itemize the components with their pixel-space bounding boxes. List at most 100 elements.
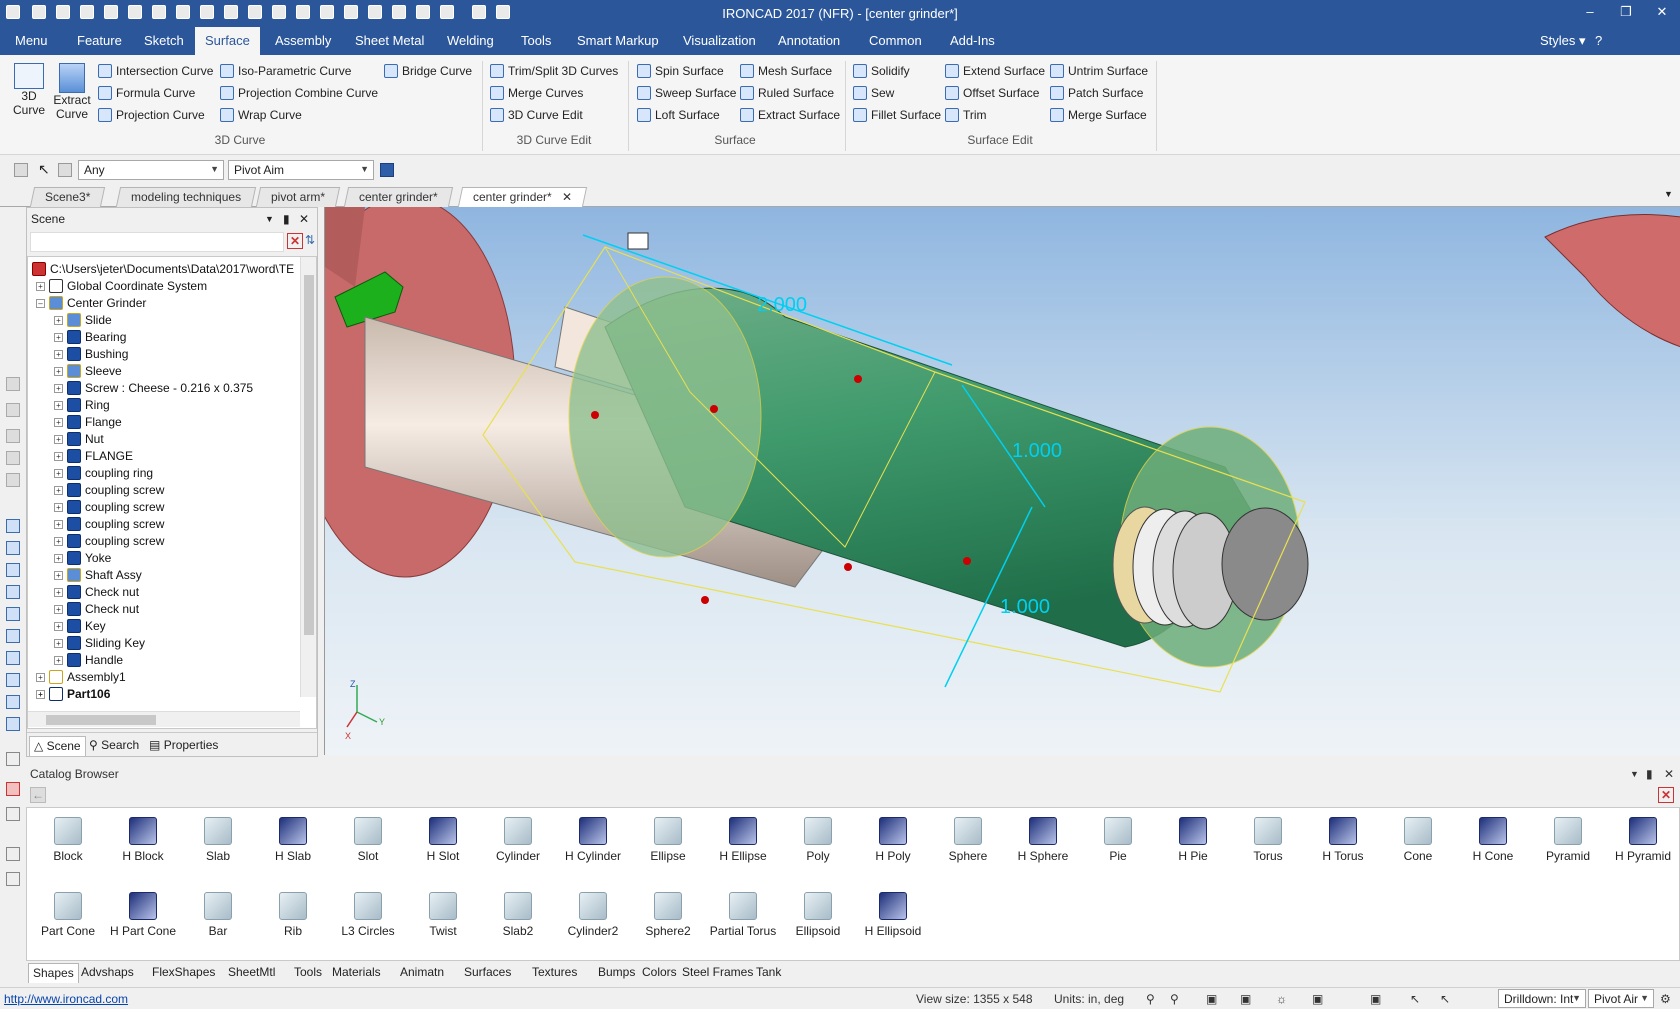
tool-icon[interactable] <box>6 403 20 417</box>
yoke-part[interactable] <box>1544 214 1680 348</box>
tab-properties[interactable]: ▤ Properties <box>145 736 222 756</box>
camera-icon[interactable]: ▣ <box>1312 992 1323 1006</box>
box-icon[interactable] <box>6 607 20 621</box>
catalog-menu-icon[interactable]: ▼ <box>1630 763 1639 785</box>
shape-sphere[interactable]: Sphere <box>931 812 1005 882</box>
tree-item[interactable]: + Yoke <box>54 549 111 567</box>
tool-icon[interactable] <box>6 429 20 443</box>
expand-icon[interactable]: + <box>54 435 63 444</box>
box-icon[interactable] <box>6 717 20 731</box>
collapse-icon[interactable]: – <box>36 299 45 308</box>
tree-item[interactable]: + FLANGE <box>54 447 133 465</box>
tree-item[interactable]: + coupling ring <box>54 464 153 482</box>
pointer-icon[interactable]: ↖ <box>1410 992 1420 1006</box>
tree-item[interactable]: + Check nut <box>54 583 139 601</box>
selection-filter-select[interactable]: Any ▼ <box>78 160 224 180</box>
tab-search[interactable]: ⚲ Search <box>85 736 143 756</box>
pivot-select[interactable]: Pivot Air ▼ <box>1588 989 1654 1008</box>
iso-parametric-curve-button[interactable]: Iso-Parametric Curve <box>220 61 351 81</box>
catalog-tab-materials[interactable]: Materials <box>328 963 385 983</box>
shape-bar[interactable]: Bar <box>181 887 255 957</box>
sew-button[interactable]: Sew <box>853 83 894 103</box>
shape-partial-torus[interactable]: Partial Torus <box>706 887 780 957</box>
handle-point[interactable] <box>963 557 971 565</box>
shape-pie[interactable]: Pie <box>1081 812 1155 882</box>
expand-icon[interactable]: + <box>54 486 63 495</box>
shape-slab2[interactable]: Slab2 <box>481 887 555 957</box>
dimension-length[interactable]: 2.000 <box>757 294 807 316</box>
tree-item[interactable]: + Handle <box>54 651 123 669</box>
handle-icon[interactable] <box>627 232 649 250</box>
tab-menu[interactable]: Menu <box>5 27 58 55</box>
extract-surface-button[interactable]: Extract Surface <box>740 105 840 125</box>
handle-point[interactable] <box>710 405 718 413</box>
pivot-mode-select[interactable]: Pivot Aim ▼ <box>228 160 374 180</box>
tree-item[interactable]: + coupling screw <box>54 498 164 516</box>
box-icon[interactable] <box>6 695 20 709</box>
record-icon[interactable] <box>6 782 20 796</box>
minimize-button[interactable]: – <box>1578 4 1602 19</box>
tree-item[interactable]: + Screw : Cheese - 0.216 x 0.375 <box>54 379 253 397</box>
tab-visualization[interactable]: Visualization <box>673 27 766 55</box>
shape-h-slab[interactable]: H Slab <box>256 812 330 882</box>
sketch-icon[interactable] <box>6 847 20 861</box>
bar-icon[interactable] <box>6 872 20 886</box>
shape-twist[interactable]: Twist <box>406 887 480 957</box>
tab-tools[interactable]: Tools <box>511 27 561 55</box>
tab-feature[interactable]: Feature <box>67 27 132 55</box>
merge-surface-button[interactable]: Merge Surface <box>1050 105 1147 125</box>
scene-search-input[interactable] <box>30 232 284 252</box>
tab-sheet-metal[interactable]: Sheet Metal <box>345 27 434 55</box>
zoom-window-icon[interactable]: ⚲ <box>1170 992 1179 1006</box>
tree-item-part106[interactable]: + Part106 <box>36 685 110 703</box>
tool-icon[interactable] <box>6 451 20 465</box>
expand-icon[interactable]: + <box>54 316 63 325</box>
tree-horizontal-scrollbar[interactable] <box>28 711 300 727</box>
expand-icon[interactable]: + <box>54 554 63 563</box>
shape-h-block[interactable]: H Block <box>106 812 180 882</box>
close-tab-icon[interactable]: ✕ <box>562 188 572 206</box>
tab-list-icon[interactable]: ▼ <box>1664 189 1673 199</box>
tree-item[interactable]: + Key <box>54 617 106 635</box>
shape-h-slot[interactable]: H Slot <box>406 812 480 882</box>
help-menu-icon[interactable]: ? <box>1585 27 1612 55</box>
mesh-surface-button[interactable]: Mesh Surface <box>740 61 832 81</box>
pin-icon[interactable]: ▮ <box>283 208 290 230</box>
expand-icon[interactable]: + <box>54 469 63 478</box>
tab-surface[interactable]: Surface <box>195 27 260 55</box>
extend-surface-button[interactable]: Extend Surface <box>945 61 1045 81</box>
tab-assembly[interactable]: Assembly <box>265 27 341 55</box>
tree-item[interactable]: + coupling screw <box>54 515 164 533</box>
tree-root[interactable]: C:\Users\jeter\Documents\Data\2017\word\… <box>32 260 294 278</box>
render-icon[interactable]: ▣ <box>1240 992 1251 1006</box>
ruled-surface-button[interactable]: Ruled Surface <box>740 83 834 103</box>
tree-item[interactable]: + Flange <box>54 413 122 431</box>
website-link[interactable]: http://www.ironcad.com <box>4 992 128 1006</box>
tab-annotation[interactable]: Annotation <box>768 27 850 55</box>
shape-sphere2[interactable]: Sphere2 <box>631 887 705 957</box>
pointer-icon[interactable]: ↖ <box>38 161 50 178</box>
catalog-tab-colors[interactable]: Colors <box>638 963 681 983</box>
tree-item[interactable]: + Shaft Assy <box>54 566 142 584</box>
scrollbar-thumb[interactable] <box>46 715 156 725</box>
handle-point[interactable] <box>854 375 862 383</box>
drilldown-select[interactable]: Drilldown: Int ▼ <box>1498 989 1586 1008</box>
shape-rib[interactable]: Rib <box>256 887 330 957</box>
shape-h-ellipsoid[interactable]: H Ellipsoid <box>856 887 930 957</box>
expand-icon[interactable]: + <box>54 503 63 512</box>
hierarchy-icon[interactable] <box>380 163 394 177</box>
handle-point[interactable] <box>701 596 709 604</box>
tab-add-ins[interactable]: Add-Ins <box>940 27 1005 55</box>
projection-combine-curve-button[interactable]: Projection Combine Curve <box>220 83 378 103</box>
anchor-point[interactable] <box>591 411 599 419</box>
catalog-tab-textures[interactable]: Textures <box>528 963 581 983</box>
catalog-tab-surfaces[interactable]: Surfaces <box>460 963 515 983</box>
box-icon[interactable] <box>6 651 20 665</box>
extract-curve-button[interactable]: Extract Curve <box>52 63 92 121</box>
shape-poly[interactable]: Poly <box>781 812 855 882</box>
trim-split-3d-curves-button[interactable]: Trim/Split 3D Curves <box>490 61 618 81</box>
catalog-tab-advshaps[interactable]: Advshaps <box>77 963 138 983</box>
expand-icon[interactable]: + <box>54 605 63 614</box>
shape-torus[interactable]: Torus <box>1231 812 1305 882</box>
catalog-tab-shapes[interactable]: Shapes <box>28 963 79 983</box>
